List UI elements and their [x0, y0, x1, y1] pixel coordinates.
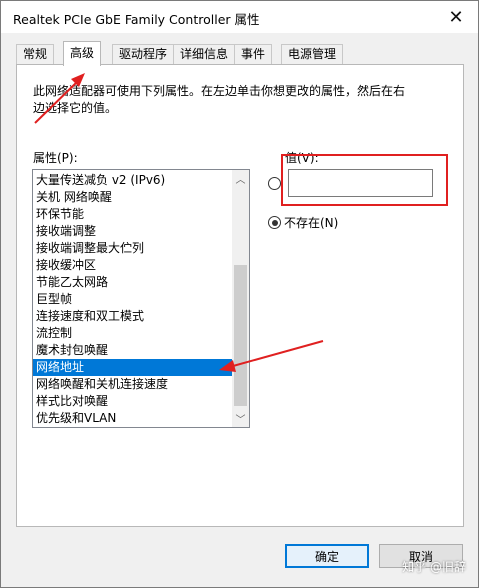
- property-list-item[interactable]: 连接速度和双工模式: [33, 308, 232, 325]
- property-list-item[interactable]: 关机 网络唤醒: [33, 189, 232, 206]
- value-label: 值(V):: [285, 151, 319, 165]
- property-list-item[interactable]: 网络唤醒和关机连接速度: [33, 376, 232, 393]
- property-list-item[interactable]: 巨型帧: [33, 291, 232, 308]
- advanced-panel: 此网络适配器可使用下列属性。在左边单击你想更改的属性，然后在右边选择它的值。 属…: [16, 64, 464, 527]
- window-title: Realtek PCIe GbE Family Controller 属性: [13, 12, 260, 27]
- property-list-item[interactable]: 样式比对唤醒: [33, 393, 232, 410]
- property-list-item[interactable]: 大量传送减负 v2 (IPv6): [33, 172, 232, 189]
- property-list-item[interactable]: 节能乙太网路: [33, 274, 232, 291]
- property-list-item[interactable]: 接收端调整: [33, 223, 232, 240]
- tab-power-management[interactable]: 电源管理: [281, 44, 344, 65]
- watermark: 知乎 @旧辞: [402, 560, 466, 574]
- tab-details[interactable]: 详细信息: [173, 44, 236, 65]
- property-list-item[interactable]: 接收端调整最大伫列: [33, 240, 232, 257]
- tab-general[interactable]: 常规: [16, 44, 55, 65]
- close-button[interactable]: ✕: [434, 1, 478, 33]
- property-list-item[interactable]: 魔术封包唤醒: [33, 342, 232, 359]
- property-list-item[interactable]: 流控制: [33, 325, 232, 342]
- panel-description: 此网络适配器可使用下列属性。在左边单击你想更改的属性，然后在右边选择它的值。: [33, 84, 406, 115]
- value-radio[interactable]: [268, 177, 281, 190]
- property-scrollbar[interactable]: ︿ ﹀: [232, 170, 249, 427]
- property-list-item[interactable]: 环保节能: [33, 206, 232, 223]
- value-input[interactable]: [288, 169, 433, 197]
- tab-events[interactable]: 事件: [234, 44, 273, 65]
- tab-advanced[interactable]: 高级: [63, 41, 102, 66]
- scroll-thumb[interactable]: [234, 265, 247, 406]
- tab-driver[interactable]: 驱动程序: [112, 44, 175, 65]
- chevron-down-icon: ﹀: [235, 415, 246, 426]
- property-listbox[interactable]: 大量传送减负 v2 (IPv6) 关机 网络唤醒 环保节能 接收端调整 接收端调整最大伫…: [32, 169, 250, 428]
- not-present-label: 不存在(N): [284, 216, 339, 230]
- properties-dialog: Realtek PCIe GbE Family Controller 属性 ✕ …: [0, 0, 479, 588]
- title-bar: Realtek PCIe GbE Family Controller 属性 ✕: [1, 1, 478, 33]
- property-list-item[interactable]: 网络地址: [33, 359, 232, 376]
- tab-strip: 常规 高级 驱动程序 详细信息 事件 电源管理: [16, 41, 466, 66]
- property-list: 大量传送减负 v2 (IPv6) 关机 网络唤醒 环保节能 接收端调整 接收端调整最大伫…: [33, 172, 232, 427]
- chevron-up-icon: ︿: [235, 175, 246, 186]
- property-list-item[interactable]: 接收缓冲区: [33, 257, 232, 274]
- property-label: 属性(P):: [33, 151, 78, 165]
- property-list-item[interactable]: 优先级和VLAN: [33, 410, 232, 427]
- ok-button[interactable]: 确定: [285, 544, 369, 568]
- not-present-radio[interactable]: [268, 216, 281, 229]
- scroll-down-button[interactable]: ﹀: [232, 410, 249, 427]
- close-icon: ✕: [448, 6, 464, 28]
- scroll-up-button[interactable]: ︿: [232, 170, 249, 187]
